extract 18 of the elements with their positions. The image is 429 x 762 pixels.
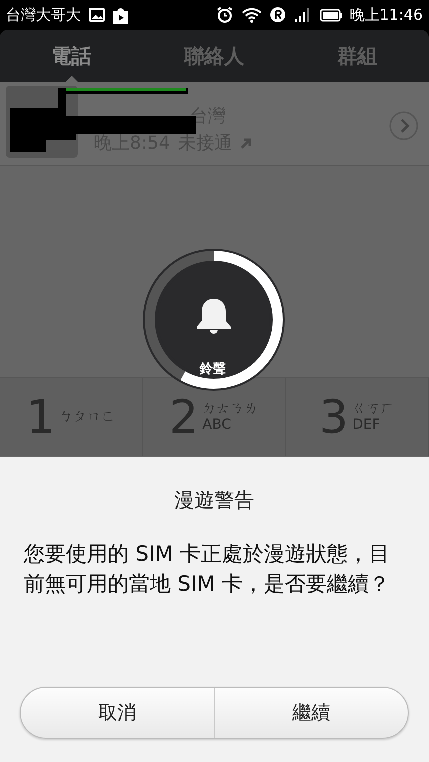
outgoing-arrow-icon xyxy=(240,138,252,150)
chevron-right-icon xyxy=(389,111,419,141)
play-store-icon xyxy=(113,6,129,24)
tab[interactable]: 聯絡人 xyxy=(143,30,286,82)
wifi-icon xyxy=(242,7,262,23)
dialog-button[interactable]: 取消 xyxy=(21,688,214,738)
clock-time: 晚上11:46 xyxy=(350,4,423,26)
dialog-message: 您要使用的 SIM 卡正處於漫遊狀態，目前無可用的當地 SIM 卡，是否要繼續？ xyxy=(23,541,391,598)
alarm-icon xyxy=(216,6,234,24)
dialog-title: 漫遊警告 xyxy=(174,487,256,514)
dialog-button[interactable]: 繼續 xyxy=(214,688,408,738)
signal-icon xyxy=(294,8,312,22)
volume-label: 鈴聲 xyxy=(200,361,226,379)
carrier-name: 台灣大哥大 xyxy=(6,4,81,26)
tab[interactable]: 群組 xyxy=(286,30,429,82)
image-icon xyxy=(89,8,105,22)
battery-icon xyxy=(320,8,342,22)
roaming-icon xyxy=(270,7,286,23)
